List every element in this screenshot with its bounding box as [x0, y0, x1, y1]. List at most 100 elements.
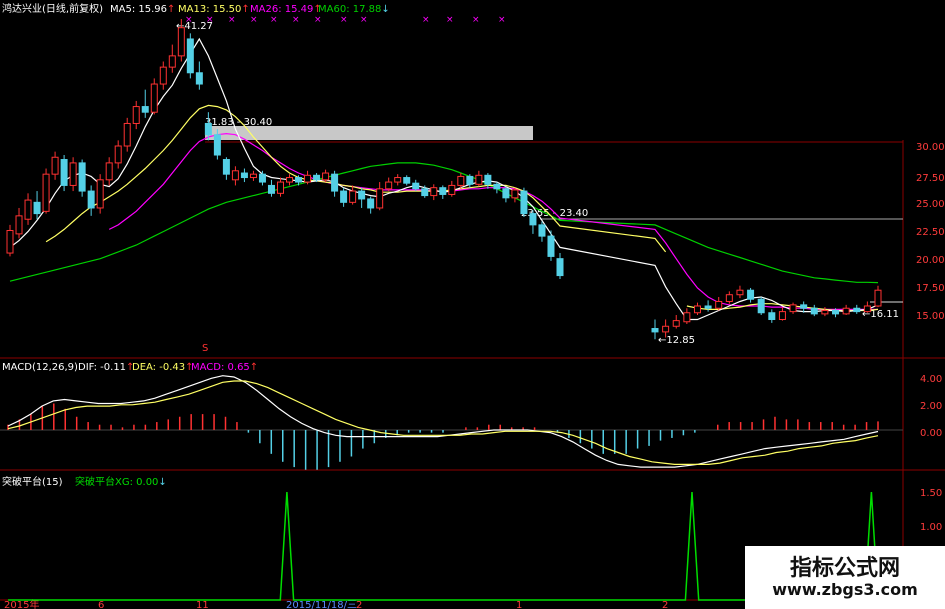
marker-dot: ×: [206, 15, 214, 25]
price-y-tick: 15.00: [916, 311, 945, 322]
candle-body: [69, 162, 77, 186]
price-y-tick: 22.50: [916, 227, 945, 238]
candle-body: [286, 177, 294, 183]
candle-body: [715, 300, 723, 309]
candle-body: [412, 182, 420, 190]
candle-body: [672, 320, 680, 327]
candle-body: [874, 289, 882, 307]
candle-body: [863, 305, 871, 313]
dif-line: [7, 375, 879, 468]
signal-y-tick: 1.50: [920, 488, 942, 499]
candle-body: [547, 235, 555, 257]
platform-high-annotation: 31.83 - 30.40: [205, 117, 272, 128]
candle-body: [340, 190, 348, 203]
candle-body: [725, 294, 733, 302]
x-label: 6: [98, 600, 104, 609]
candle-body: [430, 187, 438, 197]
candle-body: [367, 198, 375, 209]
candle-body: [231, 170, 239, 181]
candle-body: [529, 213, 537, 226]
candle-body: [484, 174, 492, 185]
candle-body: [349, 190, 357, 203]
candle-body: [789, 304, 797, 313]
candle-body: [810, 307, 818, 315]
dif-label: DIF: -0.11↑: [78, 362, 134, 373]
x-label: 1: [516, 600, 522, 609]
candle-body: [683, 312, 691, 323]
marker-dot: ×: [228, 15, 236, 25]
candle-body: [222, 159, 230, 175]
macd-y-tick: 2.00: [920, 401, 942, 412]
price-y-tick: 30.00: [916, 142, 945, 153]
macd-label: MACD(12,26,9): [2, 362, 78, 373]
candle-body: [213, 134, 221, 156]
candle-body: [421, 188, 429, 197]
candle-body: [853, 307, 861, 313]
price-y-tick: 17.50: [916, 283, 945, 294]
marker-dot: ×: [185, 15, 193, 25]
macd-value-label: MACD: 0.65↑: [191, 362, 258, 373]
marker-dot: ×: [498, 15, 506, 25]
x-label: 11: [196, 600, 209, 609]
top-marker-dots: × × × × × × × × × × × × ×: [185, 15, 506, 25]
s-marker: S: [202, 343, 208, 354]
candle-body: [186, 38, 194, 74]
candle-body: [385, 181, 393, 190]
signal-y-ticks: 1.50 1.00: [920, 488, 942, 533]
candle-body: [403, 177, 411, 184]
candle-body: [394, 177, 402, 183]
candlesticks: [6, 19, 882, 340]
xg-label: 突破平台XG: 0.00↓: [75, 475, 167, 488]
candle-body: [651, 328, 659, 333]
candle-body: [821, 309, 829, 315]
candle-body: [376, 188, 384, 209]
candle-body: [267, 184, 275, 194]
x-label: 2: [356, 600, 362, 609]
candle-body: [6, 230, 14, 254]
marker-dot: ×: [250, 15, 258, 25]
signal-y-tick: 1.00: [920, 522, 942, 533]
candle-body: [736, 289, 744, 296]
candle-body: [168, 55, 176, 68]
candle-body: [768, 312, 776, 321]
signal-label: 突破平台(15): [2, 475, 63, 488]
ma13-label: MA13: 15.50↑: [178, 4, 250, 15]
macd-y-tick: 4.00: [920, 374, 942, 385]
candle-body: [141, 106, 149, 113]
moving-average-lines: [9, 37, 879, 321]
candle-body: [295, 177, 303, 183]
candle-body: [842, 307, 850, 315]
marker-dot: ×: [422, 15, 430, 25]
candle-body: [24, 199, 32, 220]
marker-dot: ×: [360, 15, 368, 25]
candle-body: [258, 173, 266, 183]
candle-body: [15, 215, 23, 235]
stock-label: 鸿达兴业(日线,前复权): [2, 2, 103, 15]
candle-body: [520, 190, 528, 215]
candle-body: [313, 174, 321, 181]
candle-body: [195, 72, 203, 85]
ma60-line: [9, 162, 879, 284]
candle-body: [556, 258, 564, 277]
candle-body: [475, 174, 483, 185]
candle-body: [87, 190, 95, 209]
candle-body: [96, 179, 104, 209]
candle-body: [448, 184, 456, 195]
candle-body: [439, 187, 447, 195]
candle-body: [33, 201, 41, 215]
candle-body: [304, 174, 312, 183]
stock-chart: 鸿达兴业(日线,前复权) MA5: 15.96↑ MA13: 15.50↑ MA…: [0, 2, 945, 609]
watermark: 指标公式网 www.zbgs3.com: [745, 546, 945, 609]
marker-dot: ×: [292, 15, 300, 25]
candle-body: [466, 175, 474, 185]
watermark-url: www.zbgs3.com: [772, 580, 918, 599]
price-y-tick: 20.00: [916, 255, 945, 266]
candle-body: [493, 183, 501, 190]
candle-body: [511, 189, 519, 199]
price-y-ticks: 30.00 27.50 25.00 22.50 20.00 17.50 15.0…: [916, 142, 945, 322]
macd-y-ticks: 4.00 2.00 0.00: [920, 374, 942, 439]
candle-body: [358, 190, 366, 200]
x-label-date: 2015/11/18/三: [286, 600, 357, 609]
marker-dot: ×: [340, 15, 348, 25]
candle-body: [159, 66, 167, 85]
